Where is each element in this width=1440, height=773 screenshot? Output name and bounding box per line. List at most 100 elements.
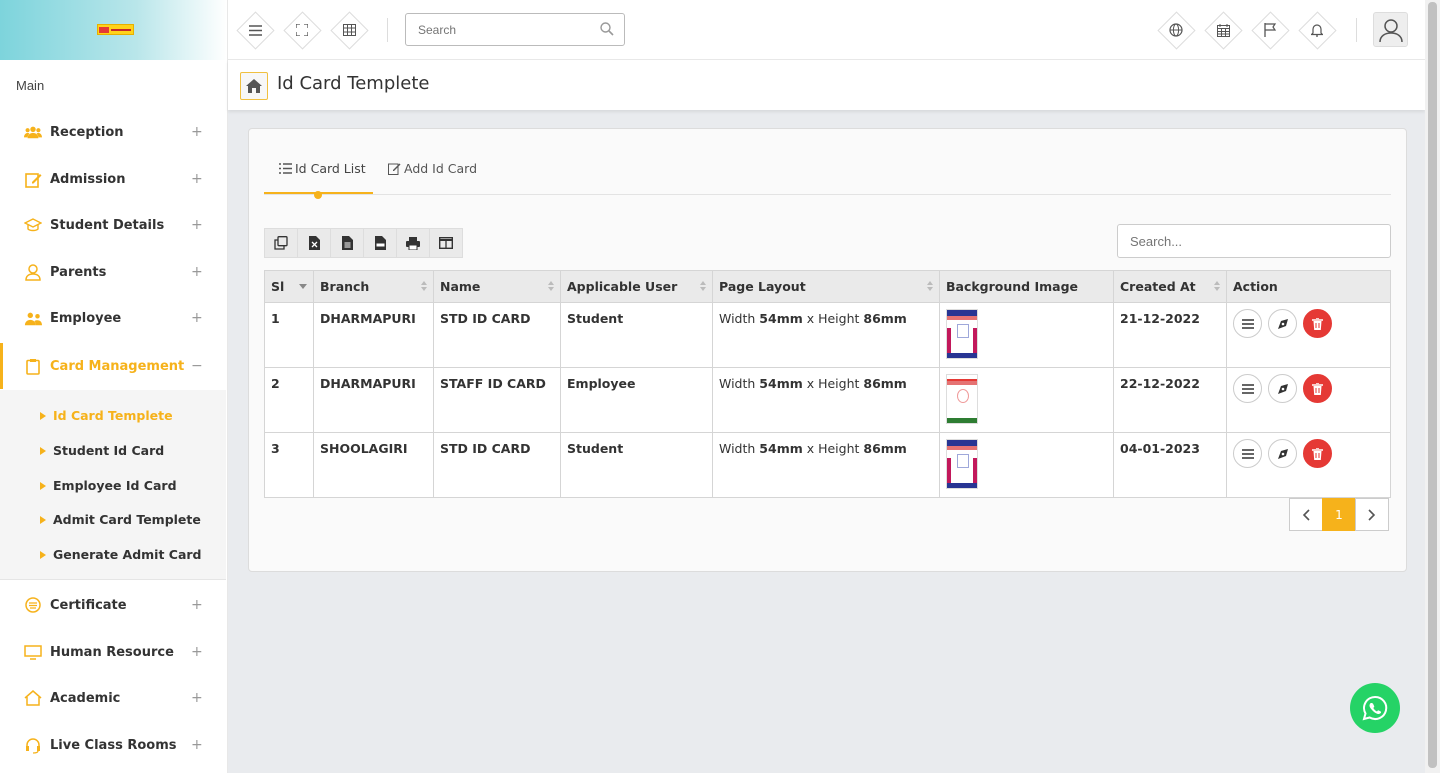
layout-height: 86mm xyxy=(863,376,907,391)
sidebar-item-label: Employee xyxy=(50,310,122,326)
column-header-applicable-user[interactable]: Applicable User xyxy=(560,270,713,303)
id-card-background-thumbnail[interactable] xyxy=(946,374,978,424)
copy-button[interactable] xyxy=(264,228,298,258)
print-button[interactable] xyxy=(396,228,430,258)
sidebar-section-label: Main xyxy=(16,78,45,93)
search-icon[interactable] xyxy=(600,22,614,40)
view-details-button[interactable] xyxy=(1233,439,1262,468)
next-page-button[interactable] xyxy=(1355,498,1389,531)
certificate-icon xyxy=(24,596,42,614)
id-card-background-thumbnail[interactable] xyxy=(946,439,978,489)
notifications-button[interactable] xyxy=(1298,11,1337,50)
excel-export-button[interactable] xyxy=(297,228,331,258)
column-header-page-layout[interactable]: Page Layout xyxy=(712,270,940,303)
column-header-name[interactable]: Name xyxy=(433,270,561,303)
sidebar-item-certificate[interactable]: Certificate + xyxy=(0,582,226,628)
whatsapp-chat-button[interactable] xyxy=(1350,683,1400,733)
sidebar-item-student-details[interactable]: Student Details + xyxy=(0,202,226,248)
column-header-sl[interactable]: Sl xyxy=(264,270,314,303)
submenu-item-label: Generate Admit Card xyxy=(53,547,202,562)
column-header-label: Sl xyxy=(271,279,285,294)
column-header-created-at[interactable]: Created At xyxy=(1113,270,1227,303)
sidebar-item-reception[interactable]: Reception + xyxy=(0,109,226,155)
active-indicator xyxy=(0,343,3,389)
layout-label: x Height xyxy=(802,441,864,456)
header-divider xyxy=(387,18,388,42)
global-search-input[interactable] xyxy=(406,14,586,45)
sidebar-item-human-resource[interactable]: Human Resource + xyxy=(0,629,226,675)
submenu-item-employee-id-card[interactable]: Employee Id Card xyxy=(40,478,177,493)
tab-label: Add Id Card xyxy=(404,161,478,176)
sidebar-item-parents[interactable]: Parents + xyxy=(0,249,226,295)
fullscreen-button[interactable] xyxy=(283,11,322,50)
pen-nib-icon xyxy=(1277,383,1288,394)
id-card-background-thumbnail[interactable] xyxy=(946,309,978,359)
sidebar-item-employee[interactable]: Employee + xyxy=(0,295,226,341)
cell-branch: SHOOLAGIRI xyxy=(313,432,434,498)
column-header-action: Action xyxy=(1226,270,1391,303)
page-button-current[interactable]: 1 xyxy=(1322,498,1356,531)
sidebar-item-admission[interactable]: Admission + xyxy=(0,156,226,202)
calendar-button[interactable] xyxy=(1204,11,1243,50)
tab-add-id-card[interactable]: Add Id Card xyxy=(388,153,477,194)
school-logo[interactable] xyxy=(97,24,134,35)
chevron-right-icon xyxy=(1368,508,1376,521)
flag-icon xyxy=(1251,11,1289,49)
sidebar: Main Reception + Admission + Student Det… xyxy=(0,0,228,773)
submenu-item-student-id-card[interactable]: Student Id Card xyxy=(40,443,164,458)
layout-width: 54mm xyxy=(759,311,803,326)
edit-button[interactable] xyxy=(1268,374,1297,403)
headset-icon xyxy=(24,736,42,754)
layout-label: Width xyxy=(719,441,760,456)
pdf-export-button[interactable] xyxy=(363,228,397,258)
column-visibility-button[interactable] xyxy=(429,228,463,258)
sidebar-item-card-management[interactable]: Card Management − xyxy=(0,343,226,389)
expand-icon: + xyxy=(191,690,203,706)
sidebar-item-live-class-rooms[interactable]: Live Class Rooms + xyxy=(0,722,226,768)
layout-label: Width xyxy=(719,376,760,391)
global-search[interactable] xyxy=(405,13,625,46)
view-details-button[interactable] xyxy=(1233,309,1262,338)
sidebar-item-label: Admission xyxy=(50,171,126,187)
scrollbar-thumb[interactable] xyxy=(1428,2,1437,768)
expand-icon: + xyxy=(191,737,203,753)
column-header-label: Background Image xyxy=(946,279,1079,294)
cell-action xyxy=(1226,432,1391,498)
expand-icon: + xyxy=(191,310,203,326)
view-details-button[interactable] xyxy=(1233,374,1262,403)
csv-export-button[interactable] xyxy=(330,228,364,258)
submenu-item-generate-admit-card[interactable]: Generate Admit Card xyxy=(40,547,202,562)
delete-button[interactable] xyxy=(1303,309,1332,338)
cell-applicable-user: Student xyxy=(560,302,713,368)
submenu-item-id-card-templete[interactable]: Id Card Templete xyxy=(40,408,173,423)
user-avatar[interactable] xyxy=(1373,12,1408,47)
home-button[interactable] xyxy=(240,72,268,100)
sidebar-item-academic[interactable]: Academic + xyxy=(0,675,226,721)
cell-name: STAFF ID CARD xyxy=(433,367,561,433)
column-header-branch[interactable]: Branch xyxy=(313,270,434,303)
tab-id-card-list[interactable]: Id Card List xyxy=(264,153,373,194)
table-search[interactable] xyxy=(1117,224,1391,258)
tab-bar: Id Card List Add Id Card xyxy=(264,153,1391,195)
table-row: 1 DHARMAPURI STD ID CARD Student Width 5… xyxy=(264,302,1391,368)
edit-button[interactable] xyxy=(1268,439,1297,468)
column-header-background-image: Background Image xyxy=(939,270,1114,303)
delete-button[interactable] xyxy=(1303,374,1332,403)
cell-created-at: 04-01-2023 xyxy=(1113,432,1227,498)
language-button[interactable] xyxy=(1157,11,1196,50)
pen-nib-icon xyxy=(1277,448,1288,459)
menu-toggle-button[interactable] xyxy=(236,11,275,50)
previous-page-button[interactable] xyxy=(1289,498,1323,531)
submenu-item-admit-card-templete[interactable]: Admit Card Templete xyxy=(40,512,201,527)
delete-button[interactable] xyxy=(1303,439,1332,468)
table-search-input[interactable] xyxy=(1118,225,1378,257)
table-header-row: Sl Branch Name Applicable User Page Layo… xyxy=(264,270,1391,303)
cell-background-image xyxy=(939,432,1114,498)
trash-icon xyxy=(1312,317,1323,330)
cell-page-layout: Width 54mm x Height 86mm xyxy=(712,302,940,368)
page-scrollbar[interactable] xyxy=(1425,0,1440,773)
sidebar-item-label: Card Management xyxy=(50,358,185,374)
edit-button[interactable] xyxy=(1268,309,1297,338)
flag-button[interactable] xyxy=(1251,11,1290,50)
apps-button[interactable] xyxy=(330,11,369,50)
